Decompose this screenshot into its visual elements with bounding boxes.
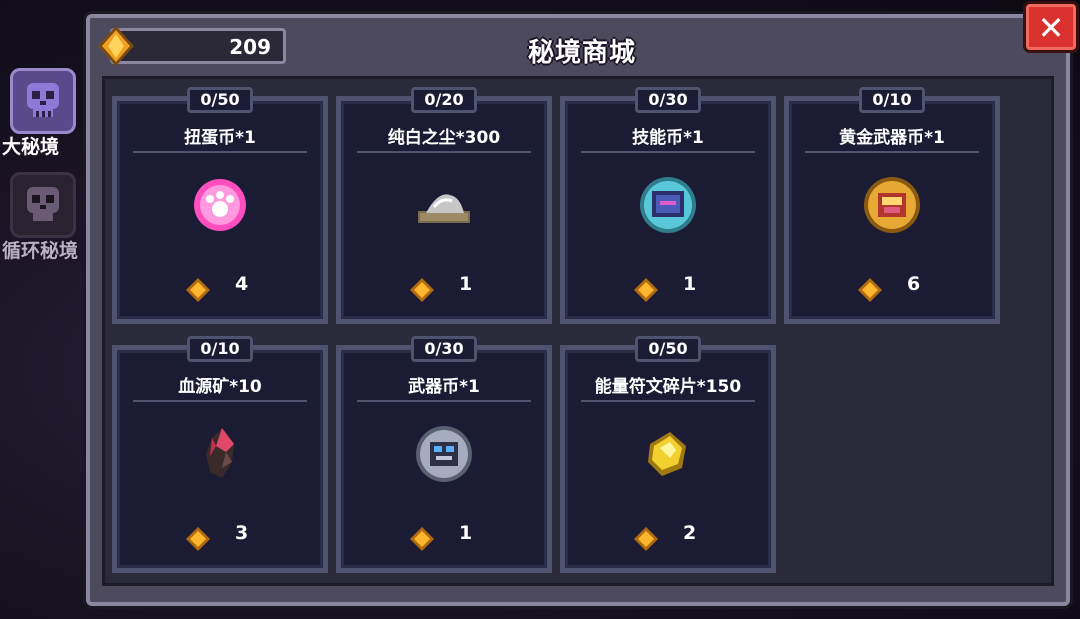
- purchase-count: 0/30: [411, 336, 477, 362]
- gem-icon: [857, 277, 883, 307]
- currency-value: 209: [229, 35, 271, 59]
- shop-item-card[interactable]: 0/50 能量符文碎片*150 2: [560, 336, 776, 573]
- gem-icon: [185, 526, 211, 556]
- white-dust-icon: [412, 173, 476, 237]
- gem-icon: [633, 277, 659, 307]
- gold-weapon-coin-icon: [860, 173, 924, 237]
- shop-item-card[interactable]: 0/50 扭蛋币*1 4: [112, 87, 328, 324]
- purchase-count: 0/50: [635, 336, 701, 362]
- gem-icon: [185, 277, 211, 307]
- tab-label: 大秘境: [2, 136, 60, 158]
- purchase-count: 0/30: [635, 87, 701, 113]
- divider: [357, 400, 531, 402]
- gacha-coin-icon: [188, 173, 252, 237]
- item-price: 1: [683, 273, 697, 295]
- item-price: 4: [235, 273, 249, 295]
- divider: [581, 400, 755, 402]
- gem-icon: [96, 24, 136, 72]
- item-price: 6: [907, 273, 921, 295]
- shop-item-card[interactable]: 0/30 武器币*1 1: [336, 336, 552, 573]
- item-name: 武器币*1: [408, 377, 480, 397]
- purchase-count: 0/10: [187, 336, 253, 362]
- item-name: 黄金武器币*1: [839, 128, 945, 148]
- divider: [581, 151, 755, 153]
- weapon-coin-icon: [412, 422, 476, 486]
- item-name: 血源矿*10: [178, 377, 262, 397]
- energy-rune-shard-icon: [636, 422, 700, 486]
- item-name: 能量符文碎片*150: [594, 377, 742, 397]
- gem-icon: [409, 277, 435, 307]
- shop-item-card[interactable]: 0/30 技能币*1 1: [560, 87, 776, 324]
- gem-icon: [633, 526, 659, 556]
- shop-item-card[interactable]: 0/10 血源矿*10 3: [112, 336, 328, 573]
- shop-item-card[interactable]: 0/20 纯白之尘*300 1: [336, 87, 552, 324]
- item-price: 1: [459, 522, 473, 544]
- currency-display: 209: [110, 28, 286, 64]
- divider: [357, 151, 531, 153]
- gem-icon: [409, 526, 435, 556]
- item-name: 技能币*1: [632, 128, 704, 148]
- divider: [133, 400, 307, 402]
- divider: [805, 151, 979, 153]
- item-name: 纯白之尘*300: [387, 128, 501, 148]
- side-tabs: 大秘境 循环秘境: [0, 62, 92, 266]
- item-price: 2: [683, 522, 697, 544]
- item-price: 1: [459, 273, 473, 295]
- purple-skull-icon: [10, 68, 76, 134]
- gray-skull-icon: [10, 172, 76, 238]
- item-price: 3: [235, 522, 249, 544]
- tab-loop-secret-realm[interactable]: 循环秘境: [0, 166, 92, 266]
- purchase-count: 0/10: [859, 87, 925, 113]
- purchase-count: 0/50: [187, 87, 253, 113]
- divider: [133, 151, 307, 153]
- skill-coin-icon: [636, 173, 700, 237]
- item-name: 扭蛋币*1: [184, 128, 256, 148]
- purchase-count: 0/20: [411, 87, 477, 113]
- close-icon: ✕: [1037, 9, 1065, 47]
- tab-label: 循环秘境: [2, 240, 79, 262]
- close-button[interactable]: ✕: [1026, 4, 1076, 50]
- blood-ore-icon: [188, 422, 252, 486]
- shop-item-card[interactable]: 0/10 黄金武器币*1 6: [784, 87, 1000, 324]
- tab-big-secret-realm[interactable]: 大秘境: [0, 62, 92, 162]
